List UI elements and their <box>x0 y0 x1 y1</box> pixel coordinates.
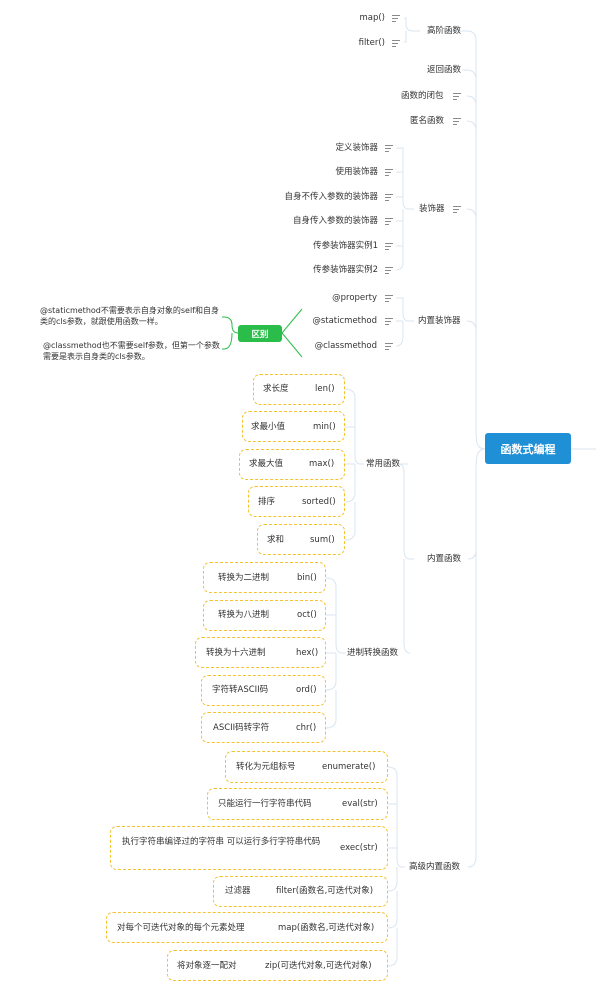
note-icon[interactable] <box>385 243 393 250</box>
deco-item[interactable]: 传参装饰器实例1 <box>250 240 378 252</box>
func-name: chr() <box>296 723 317 733</box>
branch-connector-anon <box>466 120 477 132</box>
note-icon[interactable] <box>453 206 461 213</box>
branch-builtin-decorator[interactable]: 内置装饰器 <box>418 315 461 327</box>
func-desc: 转换为八进制 <box>218 610 270 620</box>
staticmethod-note: @staticmethod不需要表示自身对象的self和自身类的cls参数，就跟… <box>40 306 219 326</box>
func-desc: 排序 <box>258 497 276 507</box>
deco-item[interactable]: 定义装饰器 <box>250 142 378 154</box>
difference-badge[interactable]: 区别 <box>238 325 282 342</box>
note-icon[interactable] <box>392 40 400 47</box>
note-icon[interactable] <box>392 15 400 22</box>
branch-return-function[interactable]: 返回函数 <box>427 64 461 76</box>
diff-connector-static <box>281 308 303 334</box>
branch-connector-builtin-deco <box>466 320 477 332</box>
ho-item-map[interactable]: map() <box>330 12 385 24</box>
branch-advanced-builtin[interactable]: 高级内置函数 <box>409 861 460 873</box>
note-icon[interactable] <box>385 343 393 350</box>
root-node[interactable]: 函数式编程 <box>485 433 571 464</box>
note-icon[interactable] <box>385 218 393 225</box>
advanced-children <box>387 766 405 967</box>
func-desc: 只能运行一行字符串代码 <box>218 799 312 809</box>
func-desc: 转换为十六进制 <box>206 648 266 658</box>
builtin-deco-property[interactable]: @property <box>300 292 377 304</box>
deco-item[interactable]: 自身传入参数的装饰器 <box>250 215 378 227</box>
deco-item[interactable]: 自身不传入参数的装饰器 <box>250 191 378 203</box>
func-desc: 对每个可迭代对象的每个元素处理 <box>117 923 245 933</box>
func-desc: 将对象逐一配对 <box>177 961 237 971</box>
note-icon[interactable] <box>385 145 393 152</box>
builtin-deco-staticmethod[interactable]: @staticmethod <box>300 315 377 327</box>
note-icon[interactable] <box>385 169 393 176</box>
func-name: bin() <box>297 573 317 583</box>
func-desc: 求和 <box>267 535 285 545</box>
func-desc: 执行字符串编译过的字符串 可以运行多行字符串代码 <box>122 837 321 847</box>
func-name: eval(str) <box>342 799 378 809</box>
branch-connector-return <box>462 69 477 81</box>
branch-higher-order[interactable]: 高阶函数 <box>427 25 461 37</box>
common-children <box>344 388 364 541</box>
note-icon[interactable] <box>453 93 461 100</box>
func-name: sum() <box>310 535 335 545</box>
func-name: len() <box>315 384 335 394</box>
branch-connector-decorator <box>466 208 477 220</box>
func-name: filter(函数名,可迭代对象) <box>276 886 374 896</box>
deco-item[interactable]: 传参装饰器实例2 <box>250 264 378 276</box>
func-name: map(函数名,可迭代对象) <box>278 923 375 933</box>
diff-connector-class <box>281 332 303 358</box>
branch-connector-closure <box>466 95 477 107</box>
func-name: sorted() <box>302 497 336 507</box>
func-desc: 过滤器 <box>225 886 251 896</box>
branch-closure[interactable]: 函数的闭包 <box>401 90 444 102</box>
deco-item[interactable]: 使用装饰器 <box>250 166 378 178</box>
func-name: max() <box>309 459 335 469</box>
func-desc: 字符转ASCII码 <box>212 685 269 695</box>
note-icon[interactable] <box>385 194 393 201</box>
conversion-children <box>325 577 346 729</box>
branch-anonymous[interactable]: 匿名函数 <box>410 115 444 127</box>
func-desc: 转化为元组标号 <box>236 762 296 772</box>
ho-children <box>404 17 420 43</box>
note-icon[interactable] <box>385 318 393 325</box>
note-icon[interactable] <box>453 118 461 125</box>
common-functions-label[interactable]: 常用函数 <box>366 458 400 470</box>
deco-children <box>395 147 414 271</box>
func-name: oct() <box>297 610 317 620</box>
builtin-func-children <box>397 463 414 654</box>
func-name: hex() <box>296 648 319 658</box>
classmethod-note: @classmethod也不需要self参数，但第一个参数需要是表示自身类的cl… <box>43 341 220 361</box>
builtin-deco-children <box>395 297 414 347</box>
note-icon[interactable] <box>385 295 393 302</box>
func-desc: 转换为二进制 <box>218 573 270 583</box>
func-name: zip(可迭代对象,可迭代对象) <box>265 961 372 971</box>
func-name: min() <box>313 422 336 432</box>
branch-decorator[interactable]: 装饰器 <box>419 203 445 215</box>
ho-item-filter[interactable]: filter() <box>330 37 385 49</box>
func-desc: 求最小值 <box>251 422 286 432</box>
func-name: enumerate() <box>322 762 376 772</box>
func-desc: 求长度 <box>263 384 289 394</box>
func-desc: 求最大值 <box>249 459 284 469</box>
note-icon[interactable] <box>385 267 393 274</box>
branch-builtin-functions[interactable]: 内置函数 <box>427 553 461 565</box>
func-name: exec(str) <box>340 843 378 853</box>
func-desc: ASCII码转字符 <box>213 723 270 733</box>
conversion-functions-label[interactable]: 进制转换函数 <box>347 647 398 659</box>
branch-connector-advanced <box>467 470 477 868</box>
builtin-deco-classmethod[interactable]: @classmethod <box>300 340 377 352</box>
func-name: ord() <box>296 685 317 695</box>
